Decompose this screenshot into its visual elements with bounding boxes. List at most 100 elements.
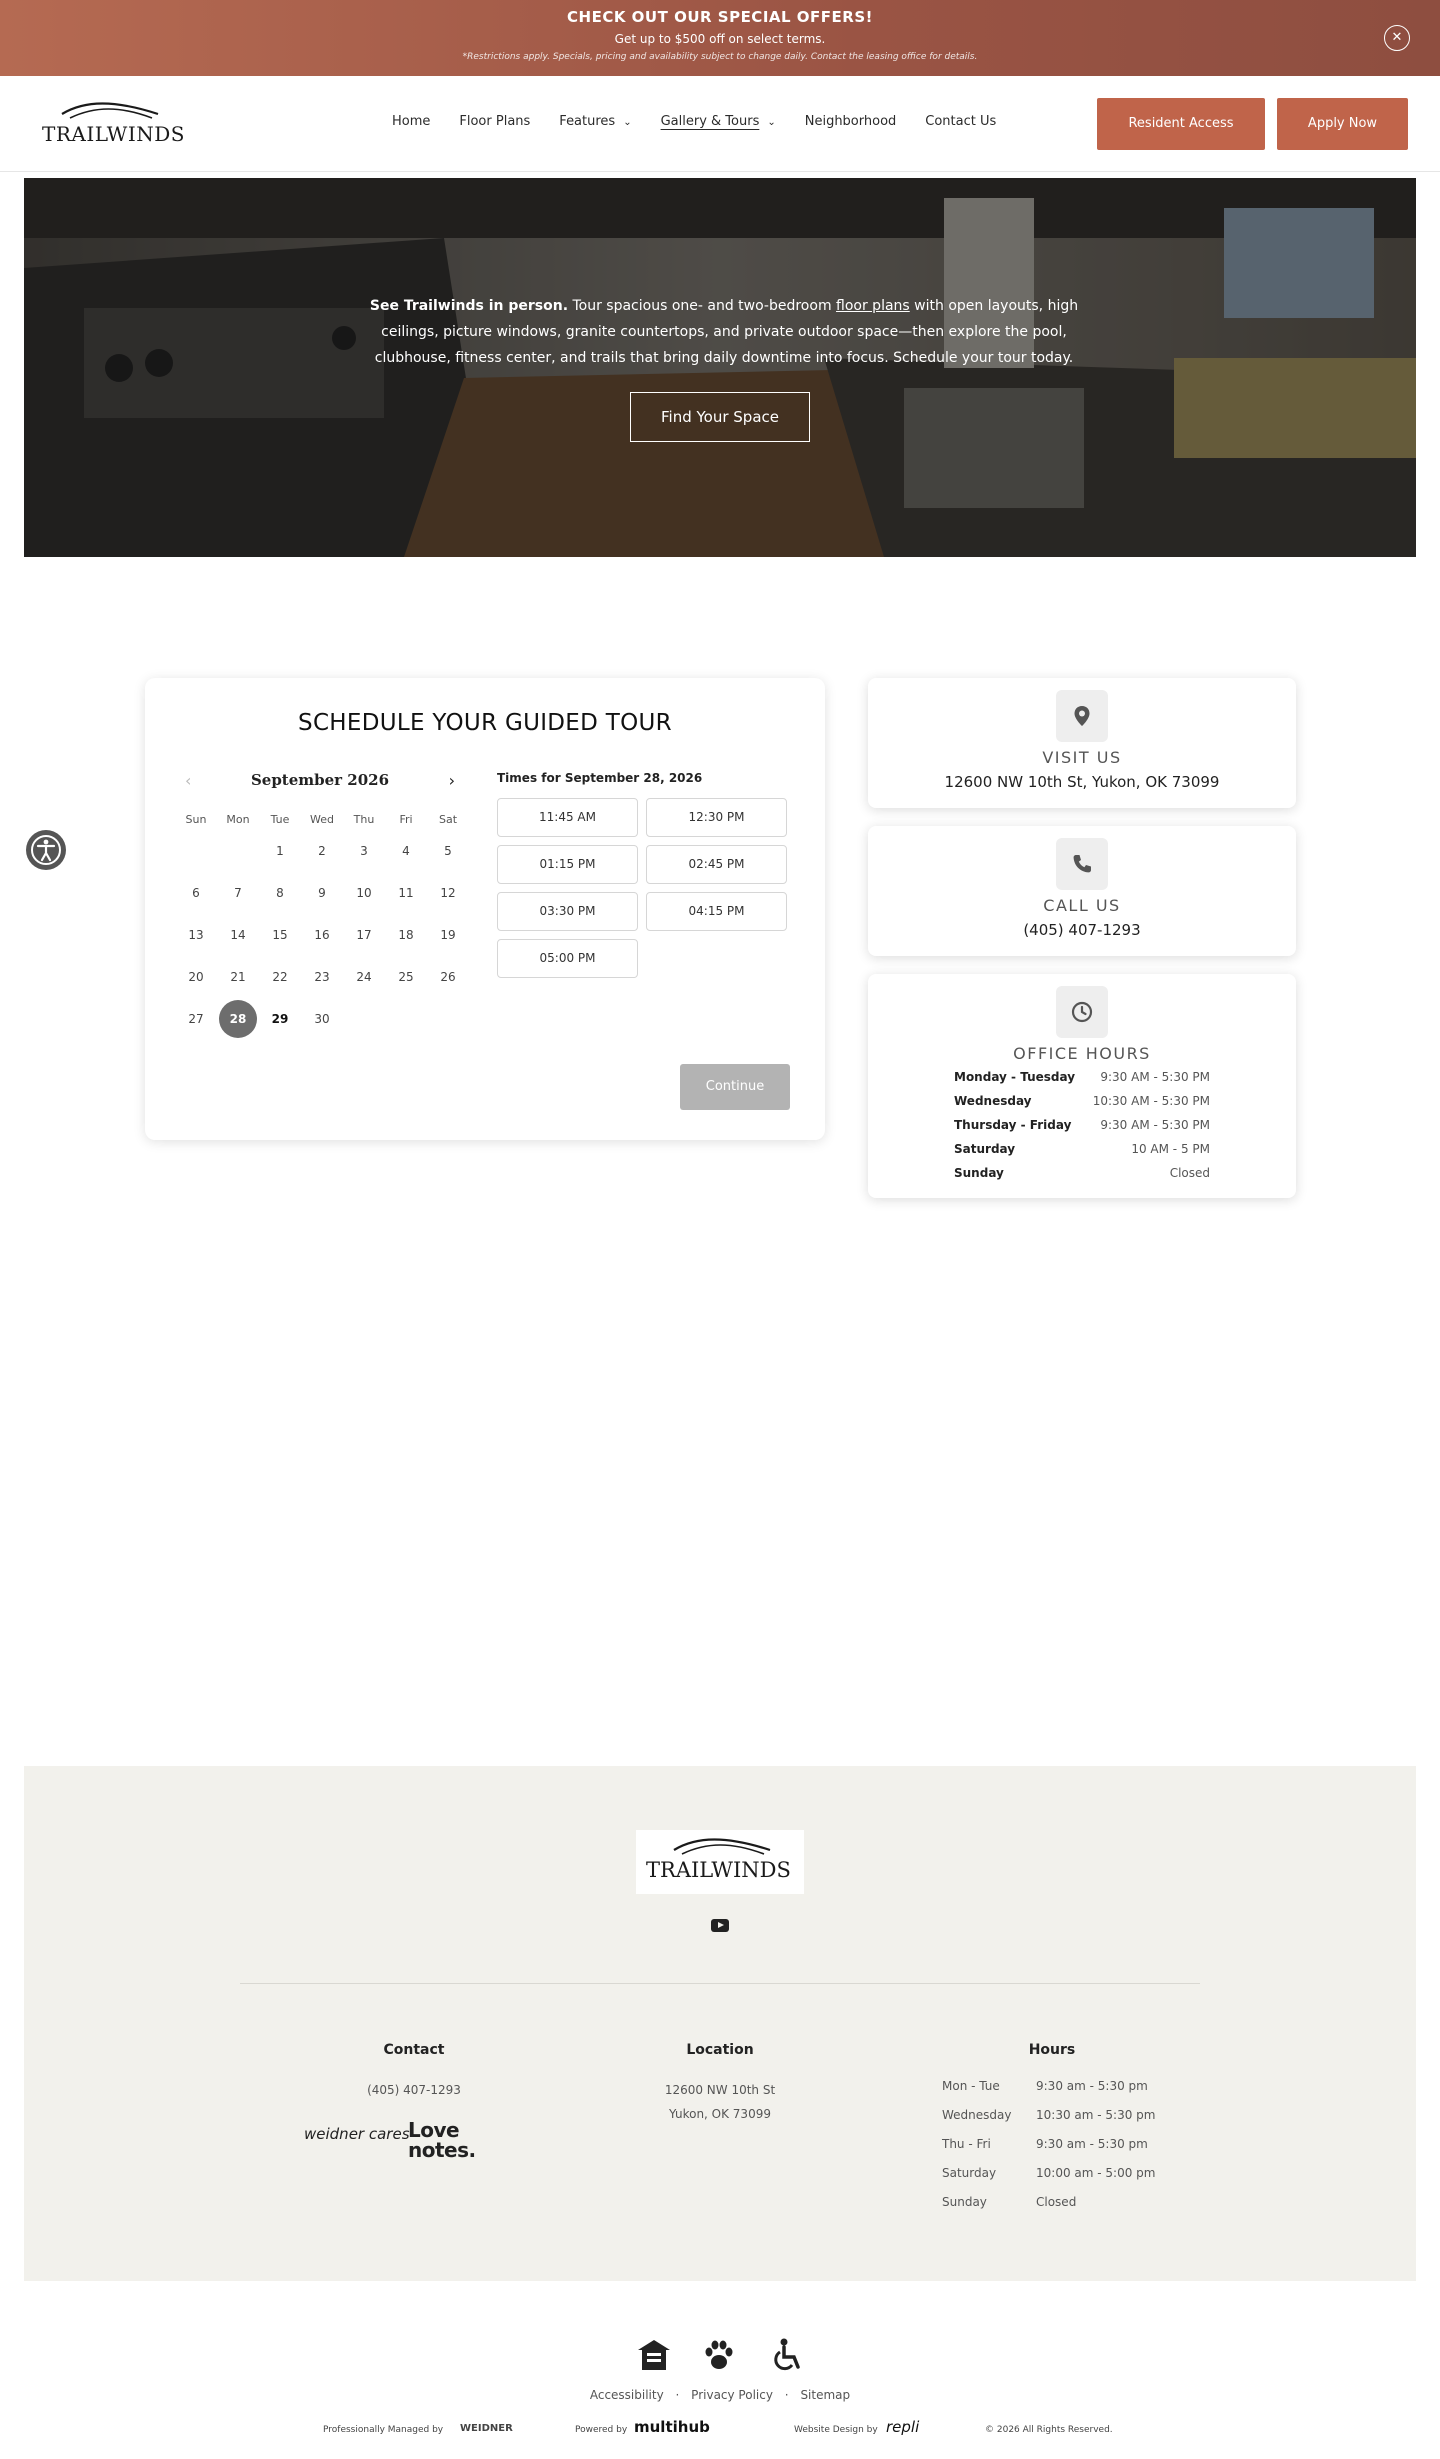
calendar-day[interactable]: 25 xyxy=(385,970,427,984)
calendar-day[interactable]: 30 xyxy=(301,1012,343,1026)
nav-item-neighborhood[interactable]: Neighborhood xyxy=(805,114,897,134)
calendar-day[interactable]: 14 xyxy=(217,928,259,942)
calendar-day[interactable]: 15 xyxy=(259,928,301,942)
calendar-day[interactable]: 13 xyxy=(175,928,217,942)
calendar-day[interactable]: 8 xyxy=(259,886,301,900)
calendar-day[interactable]: 22 xyxy=(259,970,301,984)
calendar-day[interactable]: 21 xyxy=(217,970,259,984)
phone-link[interactable]: (405) 407-1293 xyxy=(868,921,1296,939)
multihub-logo[interactable]: multihub xyxy=(634,2418,710,2436)
time-slot[interactable]: 11:45 AM xyxy=(497,798,638,837)
hours-value: 10:30 am - 5:30 pm xyxy=(1036,2108,1156,2122)
close-icon[interactable]: ✕ xyxy=(1384,25,1410,51)
footer-hours-row: Thu - Fri 9:30 am - 5:30 pm xyxy=(942,2137,1182,2166)
design-by-text: Website Design by xyxy=(794,2425,878,2435)
hours-day: Saturday xyxy=(942,2166,997,2180)
calendar-day[interactable]: 29 xyxy=(259,1012,301,1026)
calendar-week: 1 2 3 4 5 xyxy=(175,830,465,872)
calendar-day[interactable]: 9 xyxy=(301,886,343,900)
nav-item-gallery-tours[interactable]: Gallery & Tours ⌄ xyxy=(661,114,776,134)
address-link[interactable]: 12600 NW 10th St, Yukon, OK 73099 xyxy=(868,773,1296,791)
calendar-header: ‹ September 2026 › xyxy=(185,771,455,791)
weekday-label: Mon xyxy=(226,812,250,826)
calendar-day[interactable]: 1 xyxy=(259,844,301,858)
find-your-space-button[interactable]: Find Your Space xyxy=(630,392,810,442)
nav-item-floor-plans[interactable]: Floor Plans xyxy=(459,114,530,134)
wind-swoosh-icon xyxy=(61,102,159,119)
weekday-label: Tue xyxy=(270,812,290,826)
calendar-day[interactable]: 5 xyxy=(427,844,469,858)
love-notes-logo[interactable]: Love notes. xyxy=(408,2120,504,2160)
youtube-icon[interactable] xyxy=(711,1919,729,1932)
time-slot[interactable]: 02:45 PM xyxy=(646,845,787,884)
hours-value: 9:30 am - 5:30 pm xyxy=(1036,2079,1148,2093)
calendar-day[interactable]: 16 xyxy=(301,928,343,942)
calendar-day[interactable]: 17 xyxy=(343,928,385,942)
floor-plans-link[interactable]: floor plans xyxy=(836,298,910,314)
weidner-logo[interactable]: WEIDNER xyxy=(460,2423,513,2434)
time-slot[interactable]: 01:15 PM xyxy=(497,845,638,884)
calendar-day[interactable]: 18 xyxy=(385,928,427,942)
calendar-day-selected[interactable]: 28 xyxy=(219,1000,257,1038)
hours-value: 9:30 AM - 5:30 PM xyxy=(1100,1118,1210,1132)
logo-text: TRAILWINDS xyxy=(42,122,185,146)
time-slot[interactable]: 04:15 PM xyxy=(646,892,787,931)
calendar-day[interactable]: 4 xyxy=(385,844,427,858)
calendar-day[interactable]: 10 xyxy=(343,886,385,900)
time-slot[interactable]: 03:30 PM xyxy=(497,892,638,931)
chevron-down-icon: ⌄ xyxy=(623,117,632,128)
footer-hours-row: Sunday Closed xyxy=(942,2195,1182,2224)
accessibility-icon[interactable] xyxy=(26,830,66,870)
hero-copy: See Trailwinds in person. Tour spacious … xyxy=(354,293,1094,371)
weidner-cares-logo[interactable]: weidner cares xyxy=(304,2126,410,2142)
nav-label: Neighborhood xyxy=(804,114,897,129)
continue-button[interactable]: Continue xyxy=(680,1064,790,1110)
nav-label: Contact Us xyxy=(925,114,997,129)
calendar-day[interactable]: 6 xyxy=(175,886,217,900)
hours-day: Sunday xyxy=(942,2195,987,2209)
footer-contact-heading: Contact xyxy=(383,2042,445,2058)
calendar-day[interactable]: 26 xyxy=(427,970,469,984)
calendar-day[interactable]: 3 xyxy=(343,844,385,858)
calendar-day[interactable]: 23 xyxy=(301,970,343,984)
calendar-day[interactable]: 11 xyxy=(385,886,427,900)
calendar-week: 6 7 8 9 10 11 12 xyxy=(175,872,465,914)
calendar-day[interactable]: 2 xyxy=(301,844,343,858)
hero-section: See Trailwinds in person. Tour spacious … xyxy=(24,178,1416,557)
resident-access-button[interactable]: Resident Access xyxy=(1097,98,1265,150)
hours-value: Closed xyxy=(1036,2195,1077,2209)
footer-logo[interactable]: TRAILWINDS xyxy=(636,1830,804,1894)
hours-row: Thursday - Friday 9:30 AM - 5:30 PM xyxy=(954,1118,1210,1142)
calendar-grid: Sun Mon Tue Wed Thu Fri Sat 1 2 3 4 5 6 … xyxy=(175,808,465,1040)
sitemap-link[interactable]: Sitemap xyxy=(800,2388,850,2402)
calendar-day[interactable]: 19 xyxy=(427,928,469,942)
chevron-right-icon[interactable]: › xyxy=(449,771,455,790)
privacy-policy-link[interactable]: Privacy Policy xyxy=(691,2388,773,2402)
trailwinds-logo[interactable]: TRAILWINDS xyxy=(40,100,184,148)
calendar-day[interactable]: 27 xyxy=(175,1012,217,1026)
calendar-day[interactable]: 7 xyxy=(217,886,259,900)
map-pin-icon xyxy=(1056,690,1108,742)
schedule-title: SCHEDULE YOUR GUIDED TOUR xyxy=(298,710,672,736)
repli-logo[interactable]: repli xyxy=(886,2418,919,2436)
nav-item-features[interactable]: Features ⌄ xyxy=(559,114,631,134)
footer-location-heading: Location xyxy=(686,2042,754,2058)
hours-row: Sunday Closed xyxy=(954,1166,1210,1190)
time-slot[interactable]: 05:00 PM xyxy=(497,939,638,978)
chevron-down-icon: ⌄ xyxy=(767,117,776,128)
nav-item-home[interactable]: Home xyxy=(392,114,430,134)
time-slot[interactable]: 12:30 PM xyxy=(646,798,787,837)
footer-address-line[interactable]: 12600 NW 10th St xyxy=(620,2078,820,2102)
footer-address-line[interactable]: Yukon, OK 73099 xyxy=(620,2102,820,2126)
nav-item-contact-us[interactable]: Contact Us xyxy=(925,114,996,134)
visit-us-card: VISIT US 12600 NW 10th St, Yukon, OK 730… xyxy=(868,678,1296,808)
calendar-day[interactable]: 12 xyxy=(427,886,469,900)
calendar-day[interactable]: 20 xyxy=(175,970,217,984)
link-separator: · xyxy=(675,2388,680,2402)
calendar-day[interactable]: 24 xyxy=(343,970,385,984)
accessibility-link[interactable]: Accessibility xyxy=(590,2388,664,2402)
apply-now-button[interactable]: Apply Now xyxy=(1277,98,1408,150)
footer-phone-link[interactable]: (405) 407-1293 xyxy=(314,2078,514,2102)
phone-icon xyxy=(1056,838,1108,890)
promo-title: CHECK OUT OUR SPECIAL OFFERS! xyxy=(567,8,873,26)
